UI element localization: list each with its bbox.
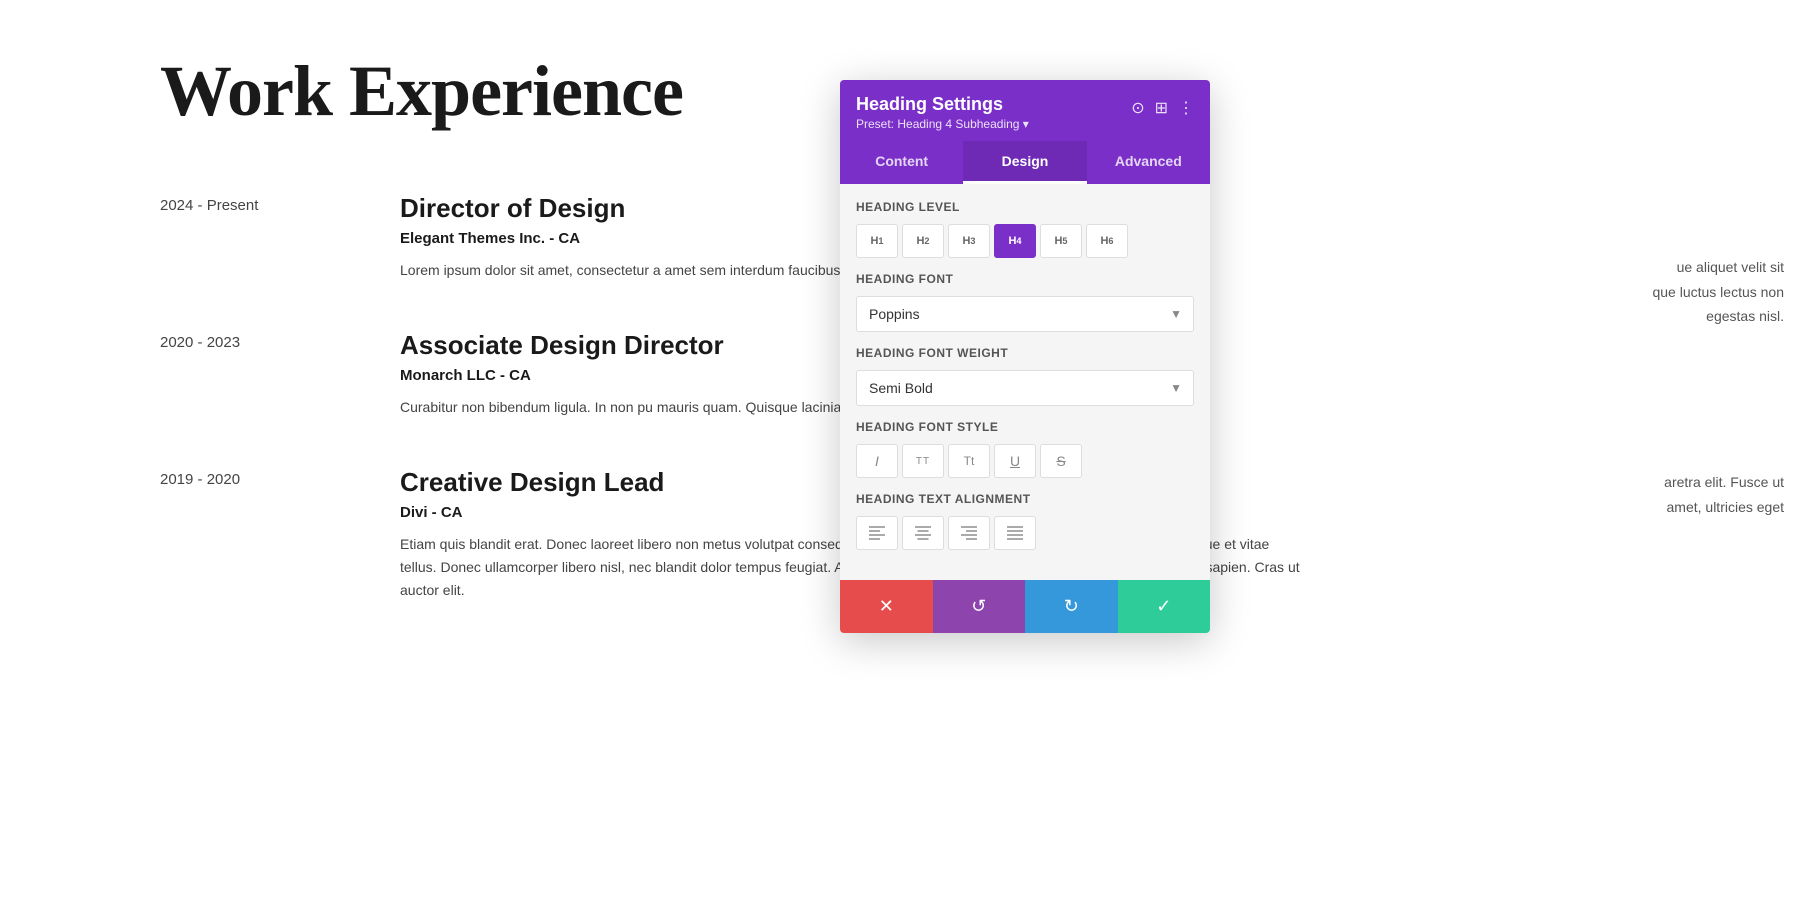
- work-date-1: 2024 - Present: [160, 193, 380, 282]
- heading-font-select[interactable]: Poppins Roboto Open Sans Lato Montserrat: [856, 296, 1194, 332]
- underline-button[interactable]: U: [994, 444, 1036, 478]
- heading-font-weight-select-wrap: Thin Light Regular Semi Bold Bold Extra …: [856, 370, 1194, 406]
- panel-tabs: Content Design Advanced: [840, 141, 1210, 184]
- allcaps-button[interactable]: TT: [902, 444, 944, 478]
- italic-button[interactable]: I: [856, 444, 898, 478]
- align-center-button[interactable]: [902, 516, 944, 550]
- h1-button[interactable]: H1: [856, 224, 898, 258]
- align-justify-button[interactable]: [994, 516, 1036, 550]
- panel-body: Heading Level H1 H2 H3 H4 H5 H6 Heading …: [840, 184, 1210, 580]
- heading-font-label: Heading Font: [856, 272, 1194, 286]
- h6-button[interactable]: H6: [1086, 224, 1128, 258]
- h5-button[interactable]: H5: [1040, 224, 1082, 258]
- tab-advanced[interactable]: Advanced: [1087, 141, 1210, 184]
- bleed-text-top: ue aliquet velit sit que luctus lectus n…: [1594, 255, 1784, 329]
- tab-content[interactable]: Content: [840, 141, 963, 184]
- undo-button[interactable]: ↺: [933, 580, 1026, 633]
- heading-text-alignment-label: Heading Text Alignment: [856, 492, 1194, 506]
- panel-header-icons: ⊙ ⊞ ⋮: [1131, 98, 1194, 118]
- strikethrough-button[interactable]: S: [1040, 444, 1082, 478]
- h2-button[interactable]: H2: [902, 224, 944, 258]
- save-button[interactable]: ✓: [1118, 580, 1211, 633]
- panel-preset[interactable]: Preset: Heading 4 Subheading ▾: [856, 117, 1029, 131]
- work-date-2: 2020 - 2023: [160, 330, 380, 419]
- h3-button[interactable]: H3: [948, 224, 990, 258]
- cancel-button[interactable]: ✕: [840, 580, 933, 633]
- text-align-row: [856, 516, 1194, 550]
- panel-header: Heading Settings Preset: Heading 4 Subhe…: [840, 80, 1210, 141]
- tab-design[interactable]: Design: [963, 141, 1086, 184]
- target-icon[interactable]: ⊙: [1131, 98, 1144, 118]
- panel-title: Heading Settings: [856, 94, 1029, 115]
- capitalize-button[interactable]: Tt: [948, 444, 990, 478]
- align-right-button[interactable]: [948, 516, 990, 550]
- heading-settings-panel: Heading Settings Preset: Heading 4 Subhe…: [840, 80, 1210, 633]
- heading-font-select-wrap: Poppins Roboto Open Sans Lato Montserrat…: [856, 296, 1194, 332]
- h4-button[interactable]: H4: [994, 224, 1036, 258]
- panel-footer: ✕ ↺ ↻ ✓: [840, 580, 1210, 633]
- font-style-row: I TT Tt U S: [856, 444, 1194, 478]
- heading-font-style-label: Heading Font Style: [856, 420, 1194, 434]
- align-left-button[interactable]: [856, 516, 898, 550]
- heading-level-label: Heading Level: [856, 200, 1194, 214]
- bleed-text-bottom: aretra elit. Fusce ut amet, ultricies eg…: [1594, 470, 1784, 519]
- heading-level-row: H1 H2 H3 H4 H5 H6: [856, 224, 1194, 258]
- heading-font-weight-select[interactable]: Thin Light Regular Semi Bold Bold Extra …: [856, 370, 1194, 406]
- more-icon[interactable]: ⋮: [1178, 98, 1194, 118]
- redo-button[interactable]: ↻: [1025, 580, 1118, 633]
- heading-font-weight-label: Heading Font Weight: [856, 346, 1194, 360]
- work-date-3: 2019 - 2020: [160, 467, 380, 602]
- grid-icon[interactable]: ⊞: [1155, 98, 1168, 118]
